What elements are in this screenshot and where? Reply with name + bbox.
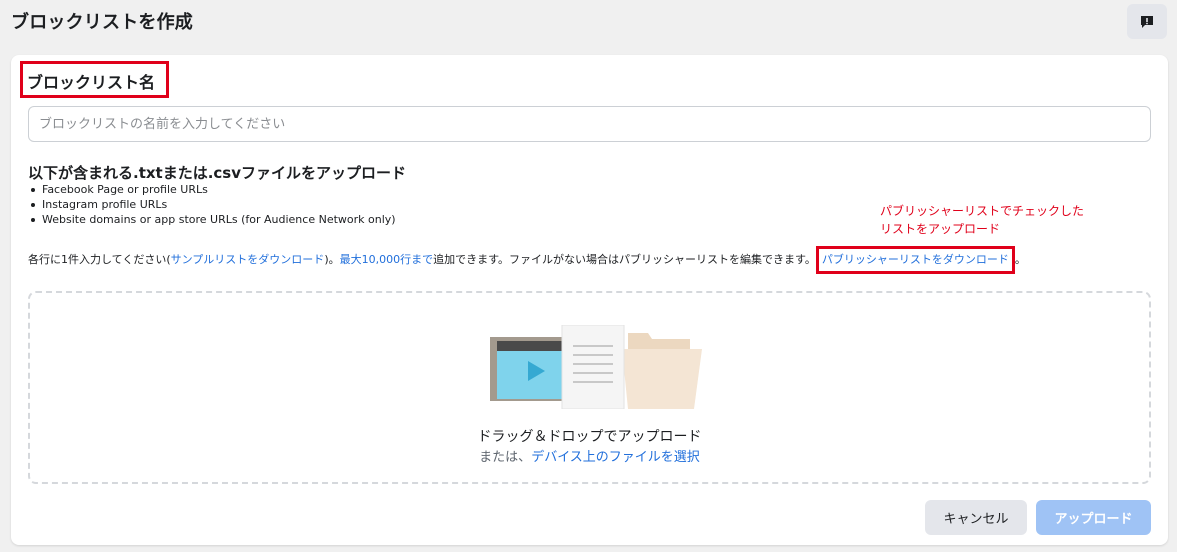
instruction-prefix: 各行に1件入力してください( xyxy=(28,253,171,266)
list-item: Website domains or app store URLs (for A… xyxy=(28,212,396,227)
blocklist-card: ブロックリスト名 以下が含まれる.txtまたは.csvファイルをアップロード F… xyxy=(11,55,1168,545)
publisher-list-download-link[interactable]: パブリッシャーリストをダウンロード xyxy=(815,246,1015,274)
file-dropzone[interactable]: ドラッグ＆ドロップでアップロード または、デバイス上のファイルを選択 xyxy=(28,291,1151,484)
instruction-middle: )。 xyxy=(324,253,340,266)
blocklist-name-input[interactable] xyxy=(28,106,1151,142)
upload-illustration xyxy=(490,325,702,409)
max-rows-link[interactable]: 最大10,000行まで xyxy=(340,253,434,266)
select-file-link[interactable]: デバイス上のファイルを選択 xyxy=(531,450,700,465)
annotation-note: パブリッシャーリストでチェックした リストをアップロード xyxy=(880,202,1084,238)
annotation-line: パブリッシャーリストでチェックした xyxy=(880,204,1085,218)
dropzone-title: ドラッグ＆ドロップでアップロード xyxy=(477,429,702,445)
instruction-suffix: 。 xyxy=(1014,253,1026,266)
list-item: Facebook Page or profile URLs xyxy=(28,182,396,197)
feedback-icon xyxy=(1141,15,1153,28)
format-list: Facebook Page or profile URLs Instagram … xyxy=(28,182,396,227)
instruction-text: 各行に1件入力してください(サンプルリストをダウンロード)。最大10,000行ま… xyxy=(28,246,1026,274)
upload-button[interactable]: アップロード xyxy=(1036,500,1151,535)
blocklist-name-label: ブロックリスト名 xyxy=(27,73,156,92)
create-blocklist-page: ブロックリストを作成 ブロックリスト名 以下が含まれる.txtまたは.csvファ… xyxy=(0,0,1177,552)
page-title: ブロックリストを作成 xyxy=(11,12,193,33)
dropzone-subtitle: または、デバイス上のファイルを選択 xyxy=(30,446,1149,465)
list-item: Instagram profile URLs xyxy=(28,197,396,212)
sample-list-download-link[interactable]: サンプルリストをダウンロード xyxy=(171,253,325,266)
feedback-button[interactable] xyxy=(1127,4,1167,39)
dropzone-sub-prefix: または、 xyxy=(479,450,532,465)
annotation-line: リストをアップロード xyxy=(880,222,1001,236)
instruction-middle: 追加できます。ファイルがない場合はパブリッシャーリストを編集できます。 xyxy=(433,253,816,266)
upload-heading: 以下が含まれる.txtまたは.csvファイルをアップロード xyxy=(28,164,407,182)
cancel-button[interactable]: キャンセル xyxy=(925,500,1027,535)
